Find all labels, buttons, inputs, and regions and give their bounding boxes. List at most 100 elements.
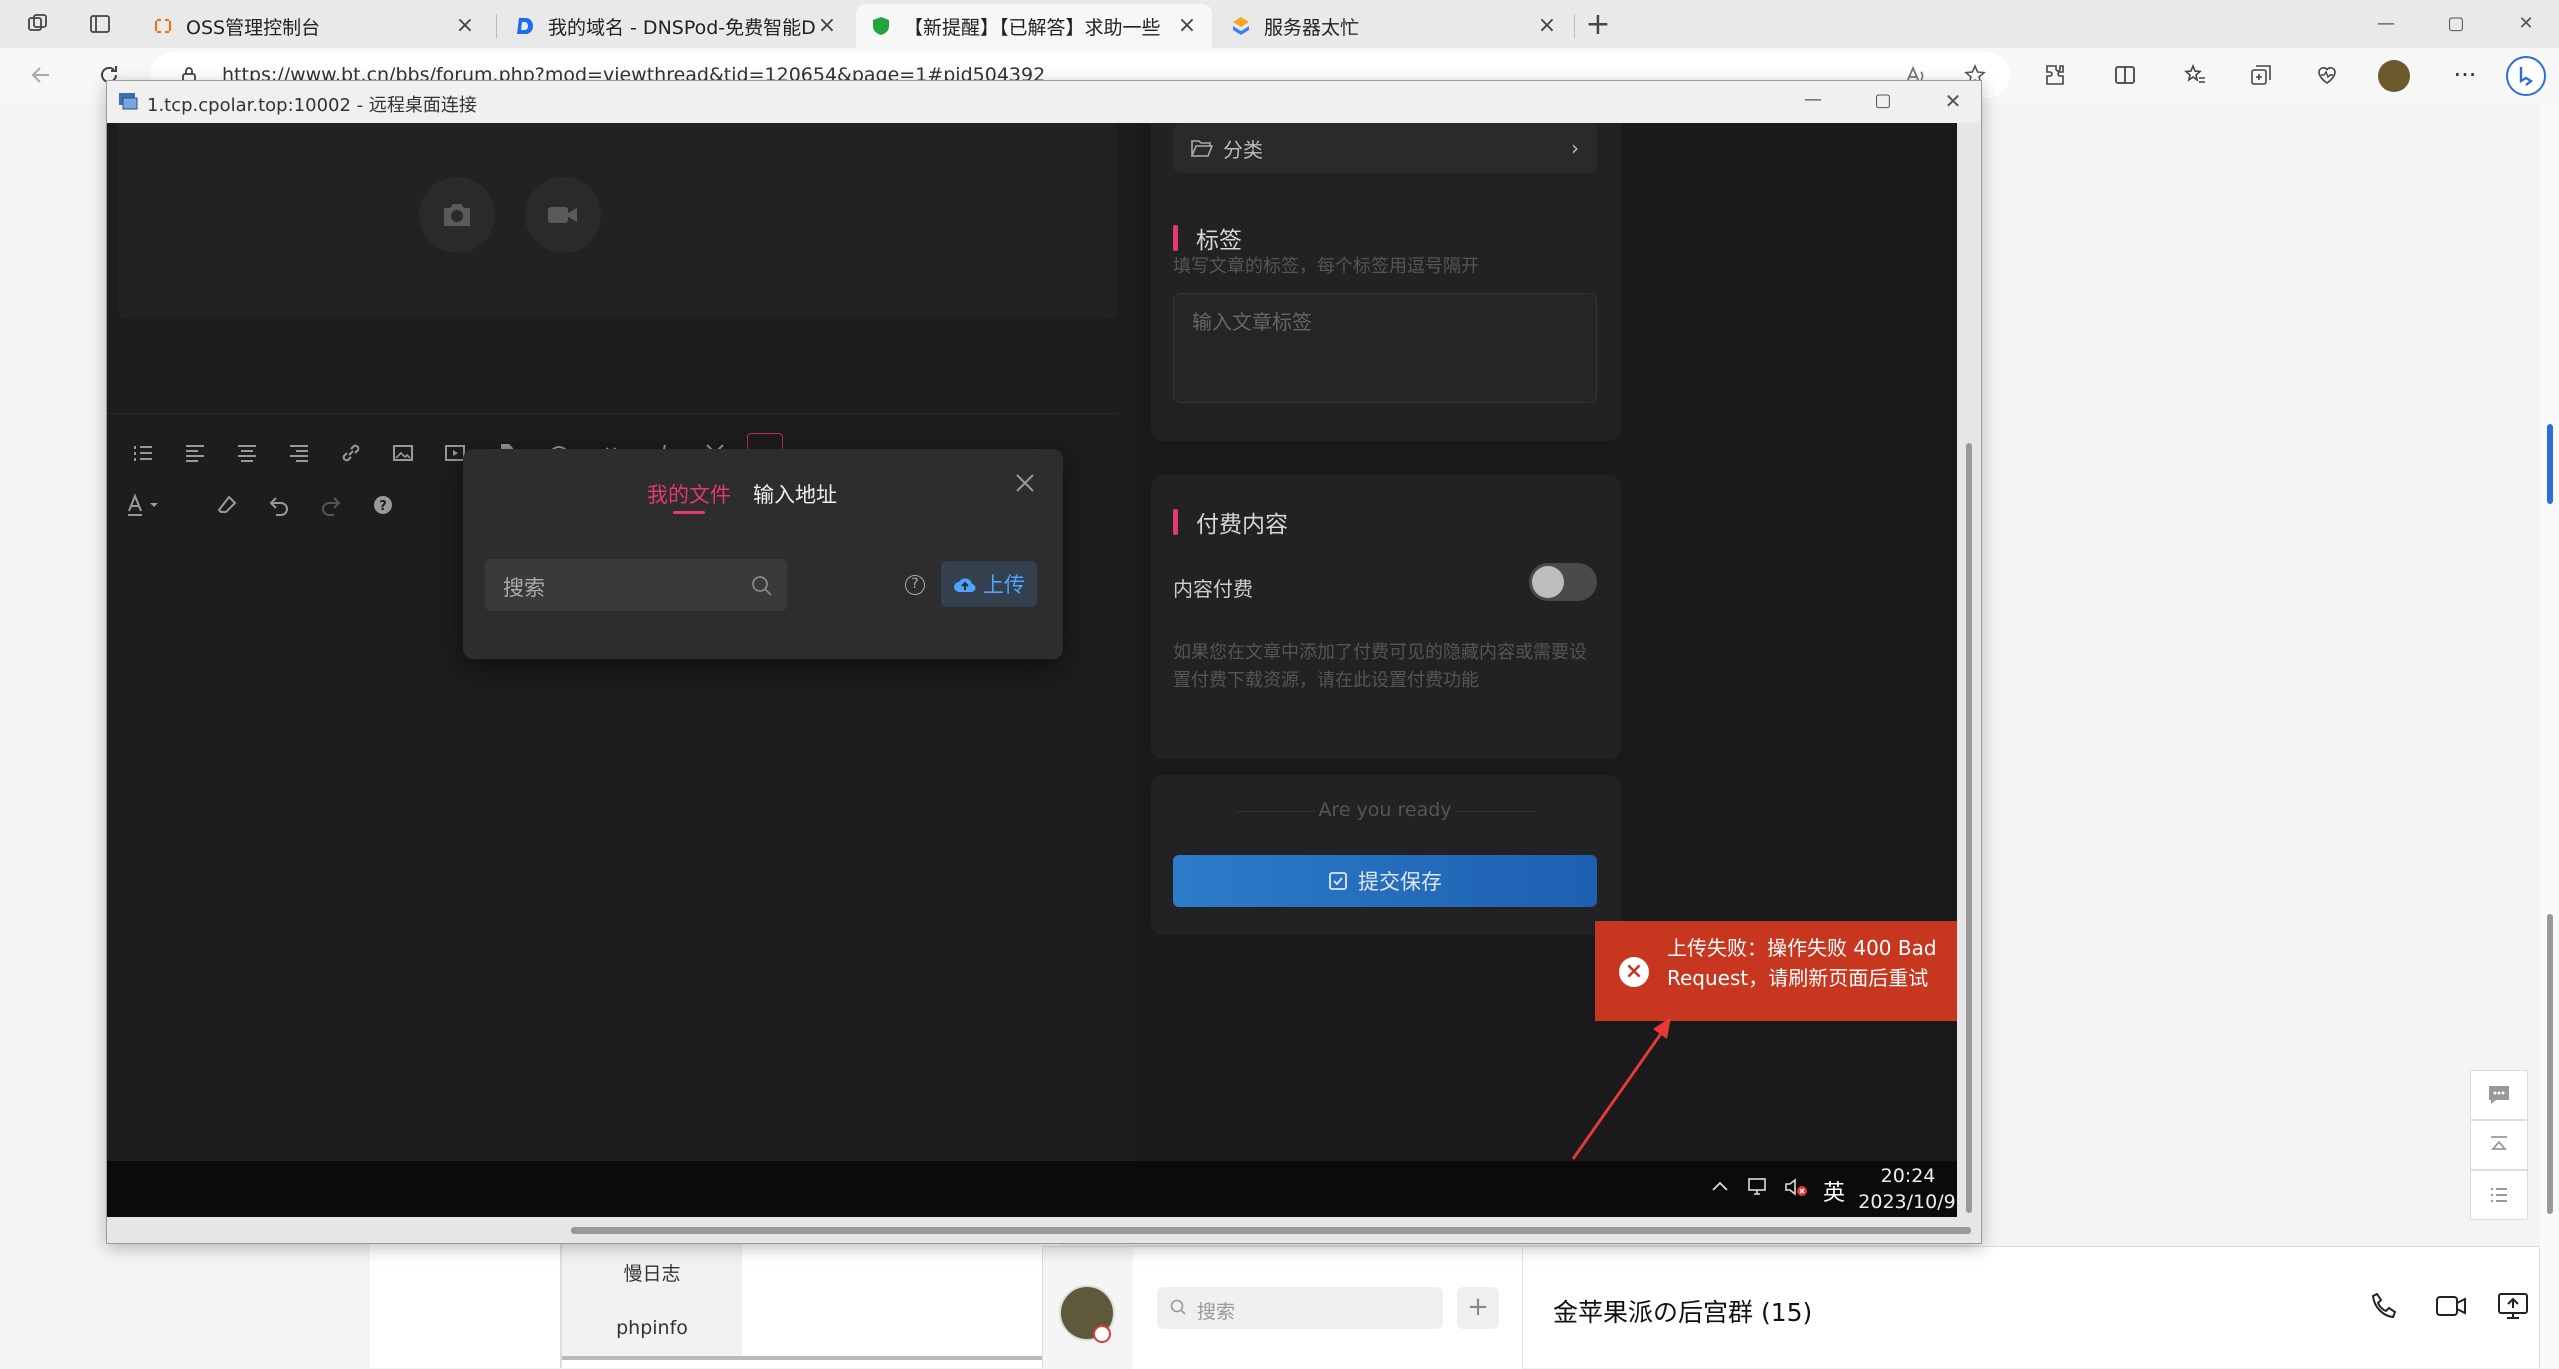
submit-save-button[interactable]: 提交保存	[1173, 855, 1597, 907]
show-hidden-icons-icon[interactable]	[1711, 1179, 1729, 1193]
paid-content-toggle[interactable]	[1529, 563, 1597, 601]
page-scrollbar[interactable]	[2540, 104, 2559, 1368]
scrollbar-thumb[interactable]	[2547, 914, 2553, 1214]
align-right-icon[interactable]	[279, 433, 319, 473]
volume-muted-icon[interactable]	[1783, 1175, 1809, 1199]
rdp-horizontal-scrollbar[interactable]	[107, 1217, 1981, 1243]
rdp-minimize-button[interactable]: —	[1793, 85, 1833, 119]
active-tab-indicator	[673, 511, 705, 514]
video-camera-button[interactable]	[525, 177, 601, 253]
close-icon[interactable]	[1013, 471, 1037, 495]
collections-icon[interactable]	[2244, 58, 2278, 92]
remote-desktop-window: 1.tcp.cpolar.top:10002 - 远程桌面连接 — ▢ ✕ ? …	[106, 80, 1982, 1244]
rdp-maximize-button[interactable]: ▢	[1863, 85, 1903, 119]
folder-open-icon	[1191, 140, 1213, 157]
search-icon	[751, 575, 773, 597]
forum-link-slowlog[interactable]: 慢日志	[562, 1244, 742, 1300]
back-arrow-icon[interactable]	[24, 58, 58, 92]
category-select[interactable]: 分类 ›	[1173, 123, 1597, 173]
tab-server-busy[interactable]: 服务器太忙 ×	[1216, 4, 1572, 48]
rdp-title: 1.tcp.cpolar.top:10002 - 远程桌面连接	[147, 95, 477, 116]
tab-input-url[interactable]: 输入地址	[753, 479, 837, 509]
cloud-upload-icon	[954, 578, 976, 593]
close-tab-icon[interactable]: ×	[454, 15, 476, 37]
search-icon	[1169, 1298, 1187, 1316]
forum-link-phpinfo[interactable]: phpinfo	[562, 1300, 742, 1356]
rdp-close-button[interactable]: ✕	[1933, 85, 1973, 119]
favorites-list-icon[interactable]	[2178, 58, 2212, 92]
list-float-button[interactable]	[2470, 1170, 2528, 1220]
paid-title-text: 付费内容	[1196, 512, 1288, 538]
undo-icon[interactable]	[259, 485, 299, 525]
qq-search-input[interactable]: 搜索	[1157, 1287, 1443, 1329]
remote-screen[interactable]: ? 分类 › 标签 填写文章的标签，每个标签用逗号隔开 输入文章标签 付费内容 …	[107, 123, 1957, 1217]
tab-bt-forum[interactable]: 【新提醒】【已解答】求助一些 ×	[856, 4, 1212, 48]
accent-bar	[1173, 225, 1178, 251]
network-icon[interactable]	[1747, 1175, 1771, 1199]
paid-content-card: 付费内容 内容付费 如果您在文章中添加了付费可见的隐藏内容或需要设置付费下载资源…	[1151, 475, 1621, 759]
workspaces-icon[interactable]	[22, 8, 54, 40]
image-icon[interactable]	[383, 433, 423, 473]
close-tab-icon[interactable]: ×	[816, 15, 838, 37]
forum-sidebar: 慢日志 phpinfo	[370, 1244, 1060, 1368]
clock-date[interactable]: 2023/10/9	[1857, 1191, 1957, 1213]
close-window-button[interactable]: ✕	[2506, 8, 2546, 38]
scrollbar-thumb-top[interactable]	[2547, 424, 2553, 504]
tab-title: 【新提醒】【已解答】求助一些	[904, 16, 1161, 39]
qq-chat-window: 搜索 + 金苹果派の后宫群 (15)	[1042, 1246, 2540, 1369]
help-icon[interactable]: ?	[905, 575, 925, 595]
browser-tab-strip: OSS管理控制台 × 我的域名 - DNSPod-免费智能DN × 【新提醒】【…	[0, 0, 2559, 48]
tab-my-files[interactable]: 我的文件	[647, 479, 731, 509]
upload-button[interactable]: 上传	[941, 561, 1037, 607]
new-tab-button[interactable]: +	[1582, 7, 1614, 42]
tags-title-text: 标签	[1196, 228, 1242, 254]
font-color-icon[interactable]	[123, 485, 163, 525]
clock-time[interactable]: 20:24	[1863, 1165, 1953, 1187]
bt-shield-favicon-icon	[870, 15, 892, 37]
upload-label: 上传	[983, 573, 1025, 597]
camera-button[interactable]	[419, 177, 495, 253]
eraser-icon[interactable]	[207, 485, 247, 525]
back-to-top-button[interactable]	[2470, 1120, 2528, 1170]
screen-share-icon[interactable]	[2497, 1291, 2529, 1321]
rdp-title-bar[interactable]: 1.tcp.cpolar.top:10002 - 远程桌面连接 — ▢ ✕	[107, 81, 1981, 123]
input-method-indicator[interactable]: 英	[1823, 1175, 1845, 1207]
qq-nav-sidebar	[1043, 1247, 1133, 1369]
ordered-list-icon[interactable]	[123, 433, 163, 473]
tab-actions-icon[interactable]	[84, 8, 116, 40]
tab-title: 服务器太忙	[1264, 16, 1360, 39]
divider	[562, 1356, 1060, 1360]
redo-icon[interactable]	[311, 485, 351, 525]
tags-textarea[interactable]: 输入文章标签	[1173, 293, 1597, 403]
link-icon[interactable]	[331, 433, 371, 473]
align-center-icon[interactable]	[227, 433, 267, 473]
comment-float-button[interactable]	[2470, 1070, 2528, 1120]
scrollbar-thumb[interactable]	[571, 1227, 1971, 1234]
video-call-icon[interactable]	[2435, 1291, 2467, 1321]
close-tab-icon[interactable]: ×	[1536, 15, 1558, 37]
toast-message: 上传失败：操作失败 400 Bad Request，请刷新页面后重试	[1667, 936, 1937, 990]
copilot-icon[interactable]	[2506, 56, 2546, 96]
tab-dnspod[interactable]: 我的域名 - DNSPod-免费智能DN ×	[500, 4, 852, 48]
split-screen-icon[interactable]	[2108, 58, 2142, 92]
help-circle-icon[interactable]: ?	[363, 485, 403, 525]
minimize-window-button[interactable]: —	[2366, 8, 2406, 38]
paid-toggle-label: 内容付费	[1173, 577, 1253, 601]
maximize-window-button[interactable]: ▢	[2436, 8, 2476, 38]
qq-add-button[interactable]: +	[1457, 1287, 1499, 1329]
check-square-icon	[1329, 872, 1347, 890]
profile-avatar[interactable]	[2378, 60, 2410, 92]
voice-call-icon[interactable]	[2369, 1291, 2399, 1321]
extensions-icon[interactable]	[2038, 58, 2072, 92]
more-menu-icon[interactable]: ···	[2448, 58, 2482, 92]
browser-essentials-icon[interactable]	[2310, 58, 2344, 92]
tab-oss-console[interactable]: OSS管理控制台 ×	[138, 4, 490, 48]
qq-group-title: 金苹果派の后宫群 (15)	[1553, 1298, 1813, 1327]
file-search-input[interactable]: 搜索	[485, 559, 787, 611]
align-left-icon[interactable]	[175, 433, 215, 473]
qq-contact-panel: 搜索 +	[1133, 1247, 1523, 1369]
rdp-vertical-scrollbar[interactable]	[1957, 123, 1981, 1217]
close-tab-icon[interactable]: ×	[1176, 15, 1198, 37]
scrollbar-thumb[interactable]	[1966, 443, 1972, 1213]
tab-separator	[1574, 14, 1575, 38]
